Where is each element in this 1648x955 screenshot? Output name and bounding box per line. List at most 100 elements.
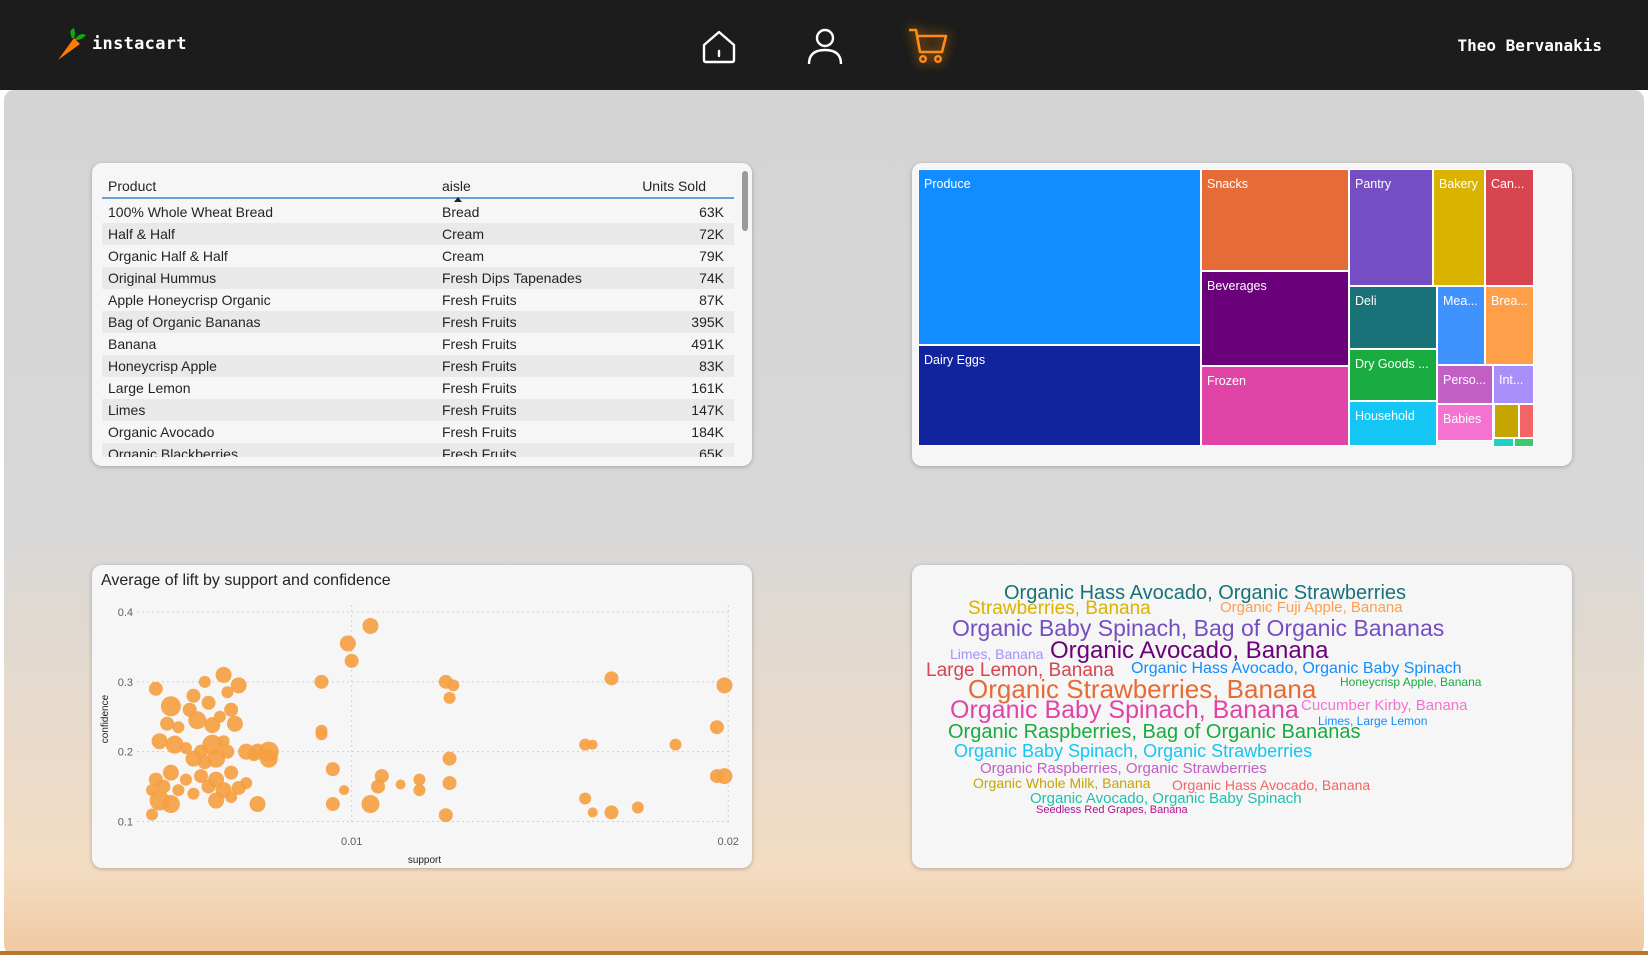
treemap-cell-int[interactable]: Int... [1493, 365, 1534, 404]
y-tick-label: 0.3 [118, 677, 133, 689]
data-point [442, 776, 457, 791]
word-cloud-term[interactable]: Cucumber Kirby, Banana [1301, 698, 1467, 713]
cell-aisle: Fresh Fruits [442, 402, 517, 418]
word-cloud[interactable]: Organic Hass Avocado, Organic Strawberri… [912, 565, 1572, 868]
lift-scatter-chart[interactable]: Average of lift by support and confidenc… [92, 565, 752, 868]
data-point [442, 751, 457, 766]
table-row[interactable]: Bag of Organic Bananas Fresh Fruits 395K [102, 311, 734, 333]
treemap-cell-frozen[interactable]: Frozen [1201, 366, 1349, 446]
column-header-units-sold[interactable]: Units Sold [642, 178, 706, 194]
word-cloud-term[interactable]: Organic Baby Spinach, Organic Strawberri… [954, 742, 1312, 760]
treemap-cell-dairy-eggs[interactable]: Dairy Eggs [918, 345, 1201, 446]
cell-units-sold: 74K [699, 270, 724, 286]
aisle-treemap[interactable]: Produce Dairy Eggs Snacks Beverages Frozen Pa… [912, 163, 1572, 466]
data-point [208, 792, 225, 809]
data-point [344, 653, 359, 668]
data-point [339, 635, 356, 652]
treemap-cell-perso[interactable]: Perso... [1437, 365, 1493, 404]
brand[interactable]: instacart [52, 24, 187, 64]
word-cloud-term[interactable]: Organic Whole Milk, Banana [973, 776, 1150, 790]
cell-product: Banana [108, 336, 157, 352]
home-icon[interactable] [697, 24, 741, 68]
treemap-cell-bakery[interactable]: Bakery [1433, 169, 1485, 286]
data-point [172, 784, 185, 797]
treemap-cell-dry-goods[interactable]: Dry Goods ... [1349, 349, 1437, 401]
treemap-cell-babies[interactable]: Babies [1437, 404, 1493, 441]
table-row[interactable]: Organic Blackberries Fresh Fruits 65K [102, 443, 734, 457]
top-bar: instacart Theo Bervanakis [0, 0, 1648, 90]
cell-units-sold: 65K [699, 446, 724, 457]
x-axis-label: support [408, 855, 442, 866]
treemap-cell-deli[interactable]: Deli [1349, 286, 1437, 349]
cell-product: Bag of Organic Bananas [108, 314, 261, 330]
treemap-cell-produce[interactable]: Produce [918, 169, 1201, 345]
treemap-cell-mea[interactable]: Mea... [1437, 286, 1485, 365]
cell-units-sold: 184K [691, 424, 724, 440]
data-point [247, 749, 260, 762]
treemap-cell-household[interactable]: Household [1349, 401, 1437, 446]
products-table[interactable]: Product aisle Units Sold 100% Whole Whea… [92, 163, 752, 466]
treemap-cell[interactable] [1519, 404, 1534, 438]
data-point [413, 784, 426, 797]
treemap-cell[interactable] [1493, 438, 1514, 447]
cell-units-sold: 72K [699, 226, 724, 242]
treemap-cell[interactable] [1494, 404, 1519, 438]
treemap-cell-pantry[interactable]: Pantry [1349, 169, 1433, 286]
data-point [325, 762, 340, 777]
treemap-cell-brea[interactable]: Brea... [1485, 286, 1534, 365]
table-row[interactable]: Half & Half Cream 72K [102, 223, 734, 245]
y-tick-label: 0.2 [118, 747, 133, 759]
data-point [161, 795, 180, 814]
treemap-cell[interactable] [1514, 438, 1534, 447]
table-body: 100% Whole Wheat Bread Bread 63K Half & Hal… [102, 201, 734, 457]
table-row[interactable]: Organic Avocado Fresh Fruits 184K [102, 421, 734, 443]
treemap-cell-snacks[interactable]: Snacks [1201, 169, 1349, 271]
column-header-product[interactable]: Product [108, 178, 156, 194]
table-scrollbar[interactable] [742, 171, 748, 231]
word-cloud-term[interactable]: Organic Raspberries, Bag of Organic Bana… [948, 722, 1360, 742]
cell-product: Apple Honeycrisp Organic [108, 292, 271, 308]
cell-aisle: Fresh Fruits [442, 380, 517, 396]
table-row[interactable]: Apple Honeycrisp Organic Fresh Fruits 87K [102, 289, 734, 311]
table-row[interactable]: Large Lemon Fresh Fruits 161K [102, 377, 734, 399]
data-point [631, 801, 644, 814]
data-point [314, 674, 329, 689]
cell-aisle: Fresh Fruits [442, 314, 517, 330]
table-row[interactable]: Banana Fresh Fruits 491K [102, 333, 734, 355]
table-row[interactable]: Honeycrisp Apple Fresh Fruits 83K [102, 355, 734, 377]
treemap-cell-beverages[interactable]: Beverages [1201, 271, 1349, 366]
scatter-plot: 0.4 0.3 0.2 0.1 0.01 0.02 support confidence [100, 605, 739, 866]
table-row[interactable]: Original Hummus Fresh Dips Tapenades 74K [102, 267, 734, 289]
table-row[interactable]: 100% Whole Wheat Bread Bread 63K [102, 201, 734, 223]
word-cloud-term[interactable]: Organic Baby Spinach, Banana [950, 698, 1299, 723]
word-cloud-term[interactable]: Limes, Banana [950, 647, 1043, 661]
word-cloud-term[interactable]: Organic Raspberries, Organic Strawberrie… [980, 761, 1267, 776]
data-point [188, 711, 207, 730]
cell-units-sold: 87K [699, 292, 724, 308]
data-point [371, 779, 386, 794]
data-point [148, 681, 163, 696]
treemap-cell-can[interactable]: Can... [1485, 169, 1534, 286]
column-header-aisle[interactable]: aisle [442, 178, 471, 194]
data-point [225, 791, 238, 804]
cell-units-sold: 491K [691, 336, 724, 352]
data-point [146, 808, 159, 821]
data-point [198, 675, 211, 688]
data-point [447, 679, 460, 692]
cell-units-sold: 63K [699, 204, 724, 220]
data-point [162, 764, 179, 781]
table-row[interactable]: Organic Half & Half Cream 79K [102, 245, 734, 267]
word-cloud-term[interactable]: Organic Fuji Apple, Banana [1220, 600, 1403, 615]
bottom-strip [0, 951, 1648, 955]
data-point [204, 717, 221, 734]
word-cloud-term[interactable]: Honeycrisp Apple, Banana [1340, 676, 1481, 688]
cell-product: Limes [108, 402, 146, 418]
data-point [220, 744, 235, 759]
table-row[interactable]: Limes Fresh Fruits 147K [102, 399, 734, 421]
data-point [604, 805, 619, 820]
word-cloud-term[interactable]: Seedless Red Grapes, Banana [1036, 805, 1188, 816]
cell-units-sold: 147K [691, 402, 724, 418]
cart-icon[interactable] [906, 24, 950, 68]
data-point [716, 768, 733, 785]
user-icon[interactable] [803, 24, 847, 68]
